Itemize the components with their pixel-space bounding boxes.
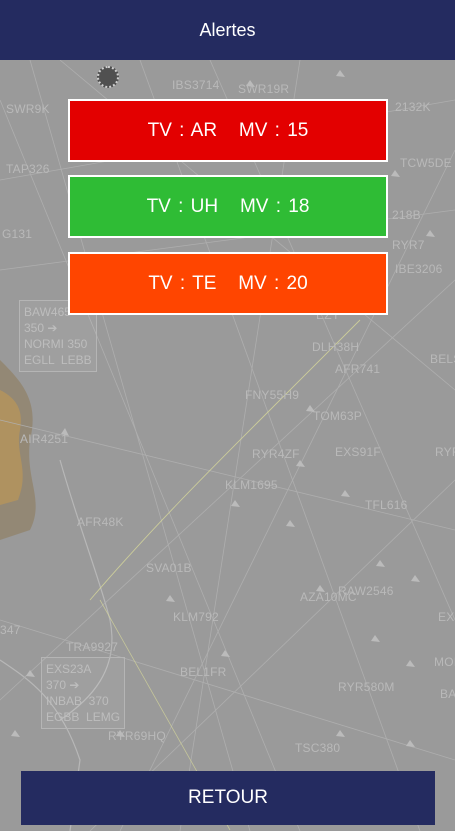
map-callsign: RAW2546 [338, 584, 394, 598]
map-callsign: BA [440, 687, 455, 701]
map-callsign: TOM63P [313, 409, 362, 423]
map-callsign: BELS [430, 352, 455, 366]
map-callsign: AFR741 [335, 362, 381, 376]
alert-item-uh[interactable]: TV : UH MV : 18 [68, 175, 388, 238]
map-callsign: 347 [0, 623, 21, 637]
map-callsign: IBS3714 [172, 78, 220, 92]
map-callsign: 218B [392, 208, 421, 222]
record-indicator-icon [97, 66, 119, 88]
map-callsign: MOI [434, 655, 455, 669]
flight-datablock: EXS23A 370 ➔ INBAB 370 EGBB LEMG [41, 657, 126, 729]
map-callsign: 2132K [395, 100, 431, 114]
map-callsign: RYR69HQ [108, 729, 166, 743]
alert-label: TV : UH MV : 18 [146, 195, 310, 217]
map-callsign: KLM792 [173, 610, 219, 624]
map-callsign: TFL616 [365, 498, 408, 512]
map-callsign: FNY55H9 [245, 388, 300, 402]
page-title: Alertes [199, 19, 256, 40]
alert-item-ar[interactable]: TV : AR MV : 15 [68, 99, 388, 162]
header-bar: Alertes [0, 0, 455, 60]
map-callsign: SVA01B [146, 561, 192, 575]
map-callsign: DLH38H [312, 340, 360, 354]
map-callsign: G131 [2, 227, 33, 241]
alert-label: TV : AR MV : 15 [147, 119, 309, 141]
map-callsign: TCW5DE [400, 156, 452, 170]
map-callsign: AFR48K [77, 515, 124, 529]
map-callsign: SWR19R [238, 82, 290, 96]
map-callsign: TAP326 [6, 162, 50, 176]
map-callsign: EXS91F [335, 445, 381, 459]
map-callsign: RYR [435, 445, 455, 459]
alert-item-te[interactable]: TV : TE MV : 20 [68, 252, 388, 315]
map-callsign: TRA9927 [66, 640, 119, 654]
back-button[interactable]: RETOUR [21, 771, 435, 825]
map-callsign: RYR580M [338, 680, 395, 694]
map-callsign: EX [438, 610, 455, 624]
map-callsign: BEL1FR [180, 665, 227, 679]
alert-label: TV : TE MV : 20 [148, 272, 308, 294]
map-callsign: SWR9K [6, 102, 50, 116]
map-callsign: AIR4251 [20, 432, 69, 446]
map-callsign: RYR4ZF [252, 447, 300, 461]
map-callsign: IBE3206 [395, 262, 443, 276]
map-callsign: TSC380 [295, 741, 341, 755]
map-callsign: KLM1695 [225, 478, 278, 492]
map-callsign: RYR7 [392, 238, 425, 252]
back-button-label: RETOUR [188, 787, 268, 808]
